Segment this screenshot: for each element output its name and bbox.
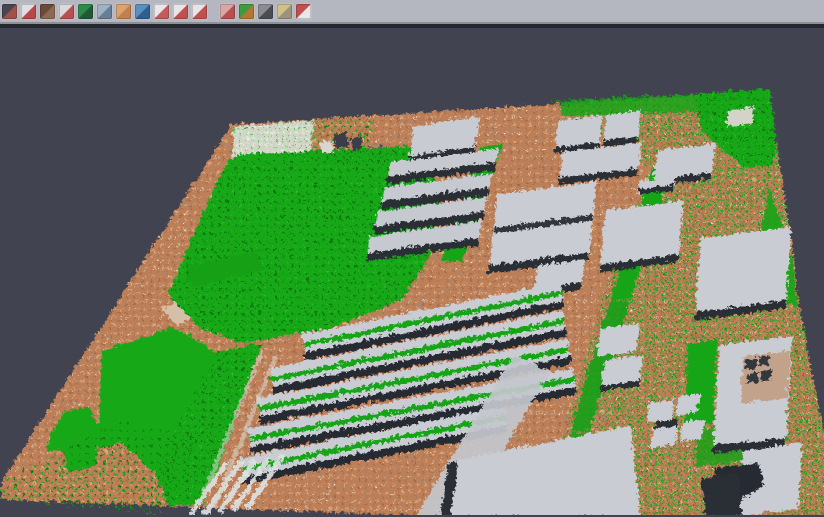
layers-red-icon[interactable]: [296, 4, 311, 19]
volume-box-icon[interactable]: [116, 4, 131, 19]
small-box-4: [678, 418, 703, 440]
small-box-2: [674, 392, 699, 414]
3d-viewport[interactable]: [0, 28, 824, 515]
scatter-points-icon[interactable]: [21, 4, 36, 19]
terrain-green-icon[interactable]: [78, 4, 93, 19]
point-cloud-terrain: [0, 87, 824, 515]
boxes-right-dark-4: [759, 368, 770, 379]
application-window: [0, 0, 824, 517]
dark-building-top-2: [349, 135, 361, 149]
toolbar-icons: [2, 4, 315, 19]
main-toolbar: [0, 0, 824, 24]
globe-icon[interactable]: [135, 4, 150, 19]
building-center2-roof: [599, 199, 682, 263]
building-right-big-roof: [694, 225, 790, 311]
selection-red-icon[interactable]: [192, 4, 207, 19]
scene-svg: [0, 28, 824, 515]
boxes-right-dark-2: [757, 354, 768, 365]
dark-notch-building: [700, 471, 741, 515]
classification-palette-icon[interactable]: [239, 4, 254, 19]
dark-building-top-1: [332, 131, 347, 147]
building-topmid-a-roof: [554, 114, 601, 146]
small-box-1: [645, 398, 673, 421]
building-topmid-b-roof: [602, 109, 639, 139]
white-building-top: [318, 139, 333, 152]
terrain-brown-icon[interactable]: [40, 4, 55, 19]
target-red-icon[interactable]: [173, 4, 188, 19]
grid-red-icon[interactable]: [220, 4, 235, 19]
white-bits-topright: [725, 106, 753, 125]
sparse-points-icon[interactable]: [59, 4, 74, 19]
building-mid-a-roof: [595, 322, 638, 355]
open-mesh-icon[interactable]: [2, 4, 17, 19]
list-red-icon[interactable]: [154, 4, 169, 19]
boxes-right-dark-1: [744, 357, 755, 368]
right-green-1: [684, 338, 716, 427]
sphere-icon[interactable]: [258, 4, 273, 19]
boxes-right-dark-3: [746, 371, 757, 382]
prism-icon[interactable]: [97, 4, 112, 19]
clip-yellow-icon[interactable]: [277, 4, 292, 19]
